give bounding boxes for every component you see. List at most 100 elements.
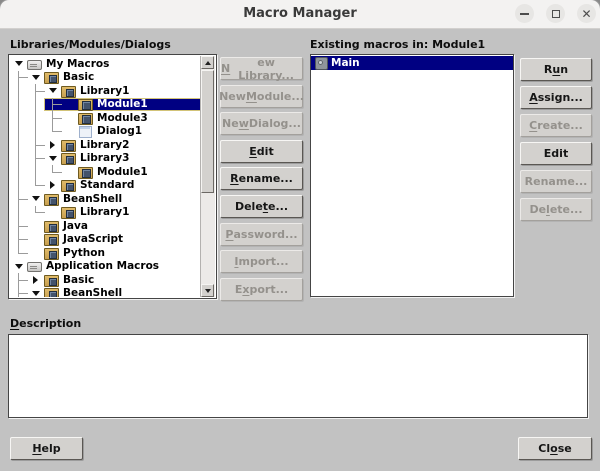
macro-assign-button[interactable]: Assign... [520,86,592,109]
description-textarea[interactable] [8,334,588,418]
close-icon: ✕ [581,8,591,20]
macros-list[interactable]: Main [310,54,514,297]
tree-guide-line [10,233,27,247]
tree-item-python[interactable]: Python [10,246,201,260]
scroll-up-button[interactable] [201,56,214,69]
tree-guide-line [10,165,27,179]
tree-item-my-macros[interactable]: My Macros [10,57,201,71]
description-label: Description [10,317,81,330]
tree-guide-line [10,287,27,298]
tree-item-label: Java [61,220,88,232]
expander-right-icon[interactable] [33,276,38,284]
expander-right-icon[interactable] [50,141,55,149]
tree-item-javascript[interactable]: JavaScript [10,233,201,247]
export-button[interactable]: Export... [220,278,303,301]
tree-guide-line [10,98,27,112]
close-window-button[interactable]: ✕ [577,4,596,23]
expander-down-icon[interactable] [15,264,23,269]
password-button[interactable]: Password... [220,223,303,246]
folder-icon [61,179,76,191]
expander-down-icon[interactable] [32,291,40,296]
tree-item-label: Module1 [95,98,148,110]
help-button[interactable]: Help [10,437,83,460]
maximize-button[interactable] [546,4,565,23]
tree-scrollbar[interactable] [200,56,215,297]
tree-guide-line [44,98,61,112]
tree-item-label: Python [61,247,105,259]
macro-item-label: Main [331,57,360,69]
expander-down-icon[interactable] [32,196,40,201]
tree-item-label: JavaScript [61,233,123,245]
tree-item-dialog1[interactable]: Dialog1 [10,125,201,139]
expander-cell [27,192,44,206]
import-button[interactable]: Import... [220,250,303,273]
folder-icon [44,193,59,205]
tree-guide-line [27,165,44,179]
libraries-tree[interactable]: My MacrosBasicLibrary1Module1Module3Dial… [8,54,217,299]
rename-button[interactable]: Rename... [220,167,303,190]
macro-delete-button[interactable]: Delete... [520,198,592,221]
tree-item-java[interactable]: Java [10,219,201,233]
tree-guide-line [10,138,27,152]
new-library-button[interactable]: New Library... [220,57,303,80]
module-icon [78,98,93,110]
tree-item-library1[interactable]: Library1 [10,84,201,98]
new-dialog-button[interactable]: New Dialog... [220,112,303,135]
expander-cell [27,233,44,247]
tree-item-library1[interactable]: Library1 [10,206,201,220]
window-title: Macro Manager [0,6,600,21]
tree-guide-line [10,152,27,166]
expander-cell [27,71,44,85]
tree-item-standard[interactable]: Standard [10,179,201,193]
expander-cell [27,246,44,260]
tree-item-label: Library1 [78,85,129,97]
computer-icon [27,58,42,70]
tree-guide-line [27,84,44,98]
macro-create-button[interactable]: Create... [520,114,592,137]
tree-guide-line [27,125,44,139]
module-icon [78,112,93,124]
scrollbar-thumb[interactable] [201,70,214,193]
delete-button[interactable]: Delete... [220,195,303,218]
expander-cell [44,206,61,220]
tree-guide-line [10,179,27,193]
tree-item-label: Library1 [78,206,129,218]
expander-down-icon[interactable] [32,75,40,80]
expander-down-icon[interactable] [49,88,57,93]
tree-item-beanshell[interactable]: BeanShell [10,192,201,206]
scroll-down-button[interactable] [201,284,214,297]
folder-icon [44,287,59,297]
tree-item-module1[interactable]: Module1 [10,98,201,112]
computer-icon [27,260,42,272]
tree-guide-line [10,246,27,260]
tree-item-label: BeanShell [61,287,122,297]
close-button[interactable]: Close [518,437,592,460]
macro-item-main[interactable]: Main [311,56,513,70]
expander-right-icon[interactable] [50,181,55,189]
tree-guide-line [10,219,27,233]
macro-run-button[interactable]: Run [520,58,592,81]
tree-item-module1[interactable]: Module1 [10,165,201,179]
macro-edit-button[interactable]: Edit [520,142,592,165]
tree-item-application-macros[interactable]: Application Macros [10,260,201,274]
tree-guide-line [10,125,27,139]
tree-guide-line [27,179,44,193]
folder-icon [44,71,59,83]
new-module-button[interactable]: New Module... [220,85,303,108]
expander-cell [27,287,44,298]
minimize-button[interactable] [515,4,534,23]
titlebar[interactable]: Macro Manager ✕ [0,0,600,29]
expander-down-icon[interactable] [15,61,23,66]
tree-item-basic[interactable]: Basic [10,71,201,85]
expander-cell [44,152,61,166]
dialog-icon [78,125,93,137]
tree-item-basic[interactable]: Basic [10,273,201,287]
edit-button[interactable]: Edit [220,140,303,163]
tree-item-library2[interactable]: Library2 [10,138,201,152]
macro-rename-button[interactable]: Rename... [520,170,592,193]
tree-guide-line [27,138,44,152]
tree-item-beanshell[interactable]: BeanShell [10,287,201,298]
tree-item-module3[interactable]: Module3 [10,111,201,125]
expander-down-icon[interactable] [49,156,57,161]
tree-item-library3[interactable]: Library3 [10,152,201,166]
